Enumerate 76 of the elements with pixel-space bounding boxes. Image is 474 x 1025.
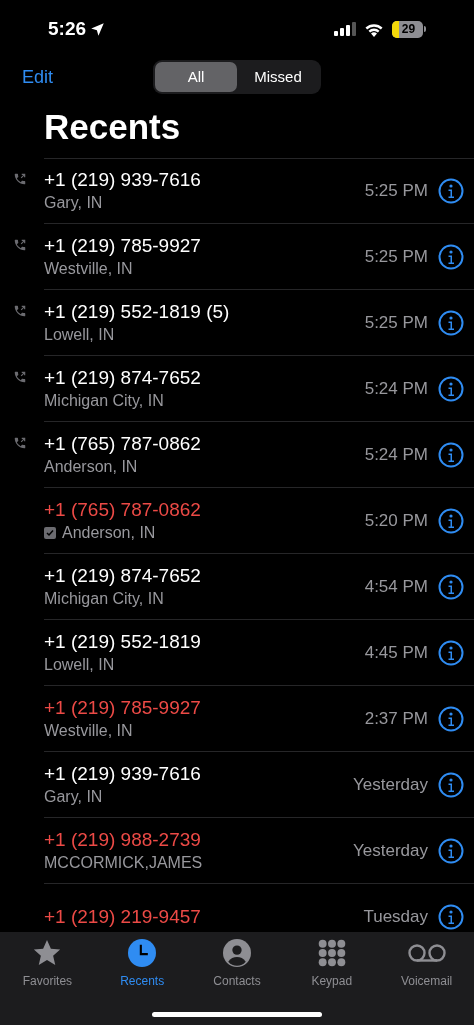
info-icon[interactable]	[438, 903, 464, 930]
phone-number: +1 (219) 939-7616	[44, 168, 202, 192]
call-location: Lowell, IN	[44, 324, 115, 345]
location-arrow-icon	[90, 21, 106, 37]
phone-number: +1 (219) 785-9927	[44, 233, 202, 258]
info-icon[interactable]	[438, 441, 464, 468]
info-icon[interactable]	[438, 375, 464, 402]
call-row[interactable]: +1 (219) 785-9927 Westville, IN 2:37 PM	[44, 686, 474, 752]
phone-number: +1 (219) 785-9927	[44, 695, 202, 720]
edit-button[interactable]: Edit	[22, 63, 54, 91]
battery-indicator: 29	[392, 20, 423, 38]
call-location: Gary, IN	[44, 193, 103, 213]
tab-bar-item[interactable]: Favorites	[0, 938, 95, 990]
phone-number: +1 (219) 552-1819 (5)	[44, 299, 231, 324]
phone-number: +1 (219) 874-7652	[44, 563, 202, 588]
info-icon[interactable]	[438, 178, 464, 204]
segment-tab[interactable]: All	[155, 62, 237, 92]
call-row[interactable]: +1 (219) 874-7652 Michigan City, IN 5:24 PM	[44, 356, 474, 422]
call-row[interactable]: +1 (219) 988-2739 MCCORMICK,JAMES Yesterday	[44, 818, 474, 884]
call-time: 5:20 PM	[364, 509, 428, 532]
call-time: 2:37 PM	[364, 707, 428, 730]
phone-number: +1 (765) 787-0862	[44, 431, 202, 456]
phone-number: +1 (765) 787-0862	[44, 497, 202, 522]
call-time: 5:24 PM	[364, 377, 428, 400]
call-time: 5:25 PM	[364, 311, 428, 334]
info-icon[interactable]	[438, 771, 464, 798]
info-icon[interactable]	[438, 705, 464, 732]
wifi-icon	[364, 21, 384, 37]
info-icon[interactable]	[438, 243, 464, 270]
call-row[interactable]: +1 (219) 939-7616 Gary, IN Yesterday	[44, 752, 474, 818]
phone-number: +1 (219) 552-1819	[44, 629, 202, 654]
info-icon[interactable]	[438, 309, 464, 336]
call-row[interactable]: +1 (219) 939-7616 Gary, IN 5:25 PM	[44, 158, 474, 224]
phone-number: +1 (219) 939-7616	[44, 761, 202, 786]
call-row[interactable]: +1 (219) 552-1819 (5) Lowell, IN 5:25 PM	[44, 290, 474, 356]
info-icon[interactable]	[438, 639, 464, 666]
call-row[interactable]: +1 (219) 874-7652 Michigan City, IN 4:54 PM	[44, 554, 474, 620]
status-time: 5:26	[48, 16, 87, 41]
call-location: Anderson, IN	[62, 522, 156, 543]
tab-bar-item[interactable]: Contacts	[189, 938, 285, 990]
keypad-icon	[317, 939, 346, 967]
call-row[interactable]: +1 (219) 785-9927 Westville, IN 5:25 PM	[44, 224, 474, 290]
call-time: 5:25 PM	[364, 180, 428, 203]
call-row[interactable]: +1 (765) 787-0862 Anderson, IN 5:20 PM	[44, 488, 474, 554]
call-time: Tuesday	[363, 905, 428, 928]
call-location: MCCORMICK,JAMES	[44, 852, 203, 873]
phone-number: +1 (219) 988-2739	[44, 827, 202, 852]
call-location: Westville, IN	[44, 720, 133, 741]
segment-tab[interactable]: Missed	[237, 62, 319, 92]
call-time: 5:25 PM	[364, 245, 428, 268]
call-location: Anderson, IN	[44, 456, 138, 477]
call-time: 4:54 PM	[364, 575, 428, 598]
call-time: Yesterday	[353, 773, 428, 796]
info-icon[interactable]	[438, 573, 464, 600]
info-icon[interactable]	[438, 507, 464, 534]
call-time: 4:45 PM	[364, 641, 428, 664]
call-location: Westville, IN	[44, 258, 133, 279]
info-icon[interactable]	[438, 837, 464, 864]
phone-number: +1 (219) 219-9457	[44, 904, 202, 929]
person-icon	[223, 939, 251, 967]
tab-bar-item[interactable]: Keypad	[284, 938, 380, 990]
call-time: 5:24 PM	[364, 443, 428, 466]
call-row[interactable]: +1 (219) 552-1819 Lowell, IN 4:45 PM	[44, 620, 474, 686]
call-location: Michigan City, IN	[44, 390, 164, 411]
page-title: Recents	[43, 106, 182, 148]
call-row[interactable]: +1 (765) 787-0862 Anderson, IN 5:24 PM	[44, 422, 474, 488]
tab-bar-item[interactable]: Voicemail	[379, 938, 474, 990]
call-location: Michigan City, IN	[44, 588, 164, 609]
tab-bar-item[interactable]: Recents	[94, 938, 190, 990]
phone-number: +1 (219) 874-7652	[44, 365, 202, 390]
signal-icon	[334, 22, 356, 36]
call-location: Lowell, IN	[44, 654, 115, 675]
call-location: Gary, IN	[44, 786, 103, 807]
voicemail-icon	[406, 942, 447, 964]
clock-icon	[128, 939, 157, 967]
call-time: Yesterday	[353, 839, 428, 862]
